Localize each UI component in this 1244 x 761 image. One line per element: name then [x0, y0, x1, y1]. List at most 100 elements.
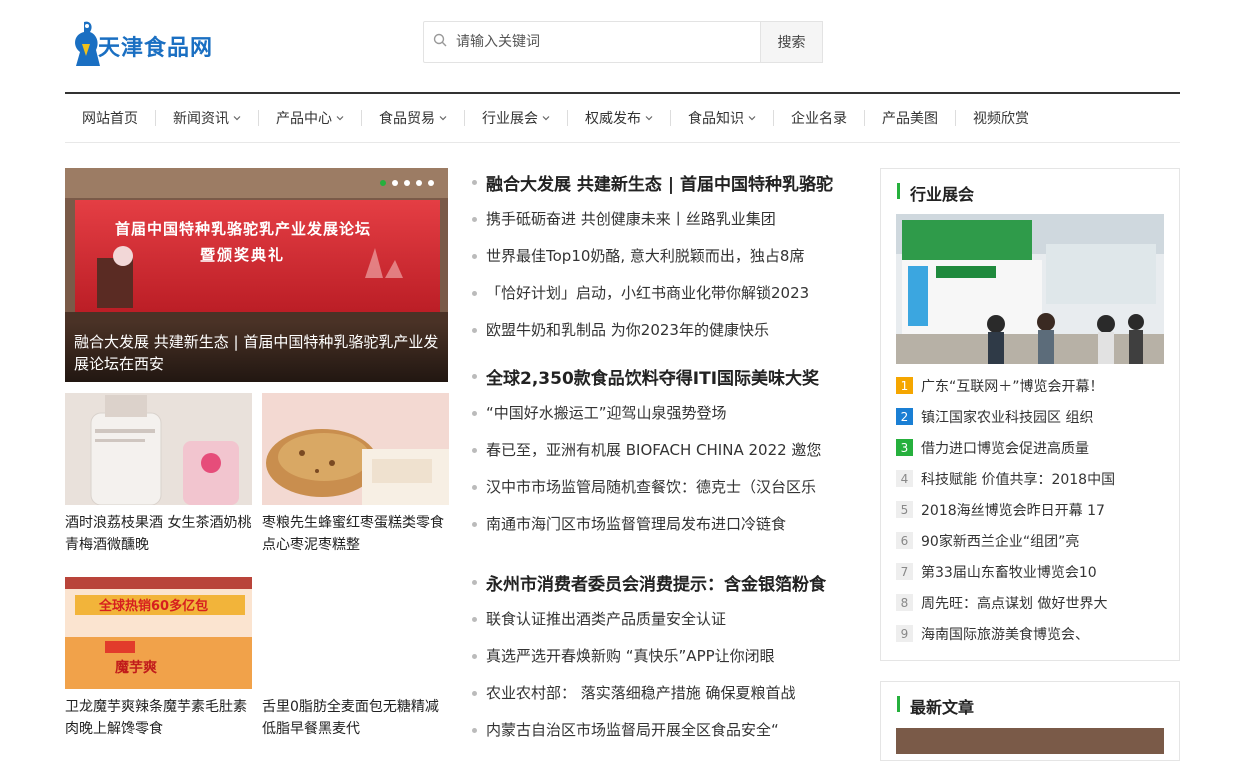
rank-item[interactable]: 科技赋能 价值共享：2018中国 [921, 469, 1171, 489]
product-thumb-title[interactable]: 舌里0脂肪全麦面包无糖精减低脂早餐黑麦代 [262, 696, 449, 740]
news-headline[interactable]: 永州市消费者委员会消费提示：含金银箔粉食 [486, 570, 851, 595]
nav-item[interactable]: 新闻资讯 [156, 94, 258, 142]
rank-number: 1 [896, 377, 913, 394]
product-thumb[interactable] [262, 393, 449, 505]
nav-item[interactable]: 网站首页 [65, 94, 155, 142]
bullet-dot [472, 691, 477, 696]
nav-item-label: 产品美图 [882, 111, 938, 127]
rank-item[interactable]: 第33届山东畜牧业博览会10 [921, 562, 1171, 582]
news-item[interactable]: 内蒙古自治区市场监督局开展全区食品安全“ [486, 719, 851, 740]
rank-number: 8 [896, 594, 913, 611]
nav-item-label: 行业展会 [482, 111, 538, 127]
nav-item[interactable]: 行业展会 [465, 94, 567, 142]
rank-number: 5 [896, 501, 913, 518]
logo-text: 天津食品网 [98, 36, 214, 61]
fruit-wine-image [65, 393, 252, 505]
nav-item[interactable]: 视频欣赏 [956, 94, 1046, 142]
chevron-down-icon [439, 116, 447, 121]
slider-dot[interactable] [416, 180, 422, 186]
rank-number: 6 [896, 532, 913, 549]
bullet-dot [472, 254, 477, 259]
expo-image[interactable] [896, 214, 1164, 364]
hero-caption[interactable]: 融合大发展 共建新生态 | 首届中国特种乳骆驼乳产业发展论坛在西安 [74, 331, 444, 375]
rank-item[interactable]: 海南国际旅游美食博览会、 [921, 624, 1171, 644]
main-nav: 网站首页 新闻资讯 产品中心 食品贸易 行业展会 权威发布 食品知识 企业名录 产品美图 视频欣赏 [65, 94, 1046, 142]
nav-item-label: 视频欣赏 [973, 111, 1029, 127]
bullet-dot [472, 328, 477, 333]
slider-dot[interactable] [380, 180, 386, 186]
product-thumb[interactable] [65, 393, 252, 505]
news-item[interactable]: 携手砥砺奋进 共创健康未来丨丝路乳业集团 [486, 208, 851, 229]
bullet-dot [472, 217, 477, 222]
news-item[interactable]: 春已至，亚洲有机展 BIOFACH CHINA 2022 邀您 [486, 439, 851, 460]
konjac-snack-image [65, 577, 252, 689]
news-item[interactable]: 汉中市市场监管局随机查餐饮：德克士（汉台区乐 [486, 476, 851, 497]
slider-dot[interactable] [392, 180, 398, 186]
snack-brand-text: 魔芋爽 [115, 660, 157, 676]
expo-panel-title: 行业展会 [910, 185, 975, 204]
bullet-dot [472, 654, 477, 659]
banner-line-1: 首届中国特种乳骆驼乳产业发展论坛 [115, 220, 372, 238]
slider-dot[interactable] [428, 180, 434, 186]
rank-number: 4 [896, 470, 913, 487]
rank-item[interactable]: 广东“互联网＋”博览会开幕！ [921, 376, 1171, 396]
bullet-dot [472, 485, 477, 490]
section-marker [897, 696, 900, 712]
bullet-dot [472, 617, 477, 622]
rank-number: 2 [896, 408, 913, 425]
rank-number: 3 [896, 439, 913, 456]
rank-number: 7 [896, 563, 913, 580]
nav-item-label: 权威发布 [585, 111, 641, 127]
nav-item-label: 企业名录 [791, 111, 847, 127]
news-item[interactable]: 真选严选开春焕新购 “真快乐”APP让你闭眼 [486, 645, 851, 666]
search-button[interactable]: 搜索 [760, 21, 823, 63]
nav-item[interactable]: 食品知识 [671, 94, 773, 142]
expo-photo [896, 214, 1164, 364]
news-item[interactable]: 南通市海门区市场监督管理局发布进口冷链食 [486, 513, 851, 534]
snack-box-text: 全球热销60多亿包 [99, 599, 209, 614]
rank-item[interactable]: 周先旺：高点谋划 做好世界大 [921, 593, 1171, 613]
search-icon [433, 33, 447, 47]
latest-panel-title: 最新文章 [910, 698, 975, 717]
rank-item[interactable]: 镇江国家农业科技园区 组织 [921, 407, 1171, 427]
nav-item[interactable]: 产品美图 [865, 94, 955, 142]
nav-item-label: 新闻资讯 [173, 111, 229, 127]
news-item[interactable]: 农业农村部： 落实落细稳产措施 确保夏粮首战 [486, 682, 851, 703]
rank-item[interactable]: 2018海丝博览会昨日开幕 17 [921, 500, 1171, 520]
nav-item[interactable]: 食品贸易 [362, 94, 464, 142]
chevron-down-icon [233, 116, 241, 121]
nav-item-label: 食品知识 [688, 111, 744, 127]
news-item[interactable]: 「恰好计划」启动，小红书商业化带你解锁2023 [486, 282, 851, 303]
rank-number: 9 [896, 625, 913, 642]
banner-line-2: 暨颁奖典礼 [200, 246, 286, 264]
latest-image[interactable] [896, 728, 1164, 754]
bullet-dot [472, 522, 477, 527]
news-item[interactable]: 欧盟牛奶和乳制品 为你2023年的健康快乐 [486, 319, 851, 340]
nav-item-label: 产品中心 [276, 111, 332, 127]
bullet-dot [472, 448, 477, 453]
nav-item[interactable]: 企业名录 [774, 94, 864, 142]
bullet-dot [472, 411, 477, 416]
news-headline[interactable]: 融合大发展 共建新生态 | 首届中国特种乳骆驼 [486, 170, 851, 195]
nav-item[interactable]: 权威发布 [568, 94, 670, 142]
news-item[interactable]: “中国好水搬运工”迎驾山泉强势登场 [486, 402, 851, 423]
bullet-dot [472, 728, 477, 733]
product-thumb-title[interactable]: 枣粮先生蜂蜜红枣蛋糕类零食点心枣泥枣糕整 [262, 512, 449, 556]
news-headline[interactable]: 全球2,350款食品饮料夺得ITI国际美味大奖 [486, 364, 851, 389]
product-thumb-title[interactable]: 卫龙魔芋爽辣条魔芋素毛肚素肉晚上解馋零食 [65, 696, 252, 740]
chevron-down-icon [336, 116, 344, 121]
bullet-dot [472, 180, 477, 185]
news-item[interactable]: 世界最佳Top10奶酪, 意大利脱颖而出，独占8席 [486, 245, 851, 266]
search-input[interactable] [456, 29, 756, 55]
slider-dots [380, 180, 434, 186]
slider-dot[interactable] [404, 180, 410, 186]
nav-item[interactable]: 产品中心 [259, 94, 361, 142]
rank-item[interactable]: 90家新西兰企业“组团”亮 [921, 531, 1171, 551]
chevron-down-icon [645, 116, 653, 121]
bullet-dot [472, 291, 477, 296]
rank-item[interactable]: 借力进口博览会促进高质量 [921, 438, 1171, 458]
product-thumb-title[interactable]: 酒时浪荔枝果酒 女生茶酒奶桃青梅酒微醺晚 [65, 512, 252, 556]
product-thumb[interactable]: 全球热销60多亿包 魔芋爽 [65, 577, 252, 689]
chevron-down-icon [542, 116, 550, 121]
news-item[interactable]: 联食认证推出酒类产品质量安全认证 [486, 608, 851, 629]
